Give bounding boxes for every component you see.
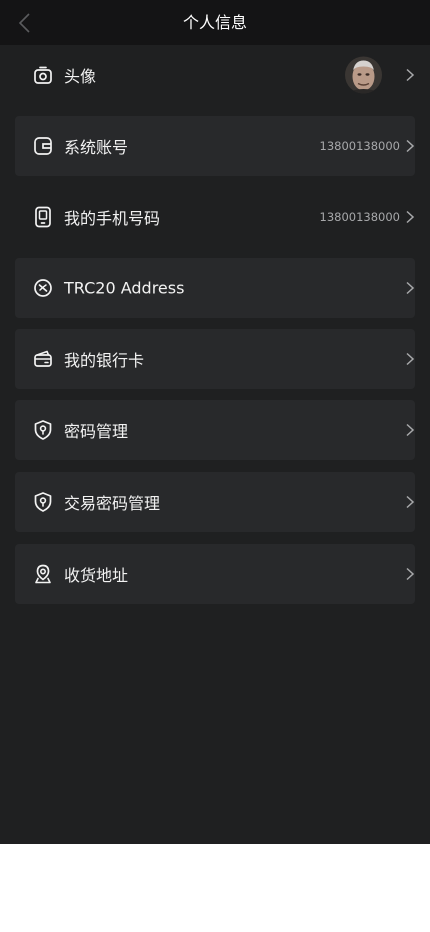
row-label: 密码管理 bbox=[64, 422, 129, 441]
nav-bar: 个人信息 bbox=[0, 0, 430, 45]
row-label: TRC20 Address bbox=[64, 278, 185, 298]
wallet-icon bbox=[34, 137, 52, 155]
phone-value: 13800138000 bbox=[319, 210, 400, 224]
compass-icon bbox=[34, 279, 52, 297]
avatar-image bbox=[345, 56, 382, 94]
chevron-right-icon bbox=[406, 495, 415, 509]
row-label: 头像 bbox=[64, 67, 97, 86]
row-label: 交易密码管理 bbox=[64, 494, 161, 513]
chevron-right-icon bbox=[406, 281, 415, 295]
row-label: 收货地址 bbox=[64, 566, 129, 585]
card-icon bbox=[34, 350, 52, 367]
chevron-right-icon bbox=[406, 567, 415, 581]
row-trc20-address[interactable]: TRC20 Address bbox=[15, 258, 415, 318]
chevron-right-icon bbox=[406, 68, 415, 82]
chevron-right-icon bbox=[406, 210, 415, 224]
chevron-right-icon bbox=[406, 423, 415, 437]
row-system-account[interactable]: 系统账号 13800138000 bbox=[15, 116, 415, 176]
row-label: 我的银行卡 bbox=[64, 351, 145, 370]
avatar[interactable] bbox=[345, 56, 382, 94]
chevron-right-icon bbox=[406, 139, 415, 153]
row-bank-card[interactable]: 我的银行卡 bbox=[15, 329, 415, 389]
screen: 个人信息 头像 系统账号 13800138000 我的手机号码 13800138… bbox=[0, 0, 430, 844]
row-label: 系统账号 bbox=[64, 138, 129, 157]
page-title: 个人信息 bbox=[182, 13, 247, 32]
row-avatar[interactable]: 头像 bbox=[15, 45, 415, 105]
chevron-right-icon bbox=[406, 352, 415, 366]
shield-lock-icon bbox=[34, 492, 52, 512]
row-phone[interactable]: 我的手机号码 13800138000 bbox=[15, 187, 415, 247]
camera-icon bbox=[34, 66, 52, 84]
phone-icon bbox=[35, 206, 51, 228]
account-value: 13800138000 bbox=[319, 139, 400, 153]
row-label: 我的手机号码 bbox=[64, 209, 161, 228]
row-shipping-address[interactable]: 收货地址 bbox=[15, 544, 415, 604]
row-password-management[interactable]: 密码管理 bbox=[15, 400, 415, 460]
row-trade-password-management[interactable]: 交易密码管理 bbox=[15, 472, 415, 532]
shield-lock-icon bbox=[34, 420, 52, 440]
location-icon bbox=[35, 564, 51, 584]
